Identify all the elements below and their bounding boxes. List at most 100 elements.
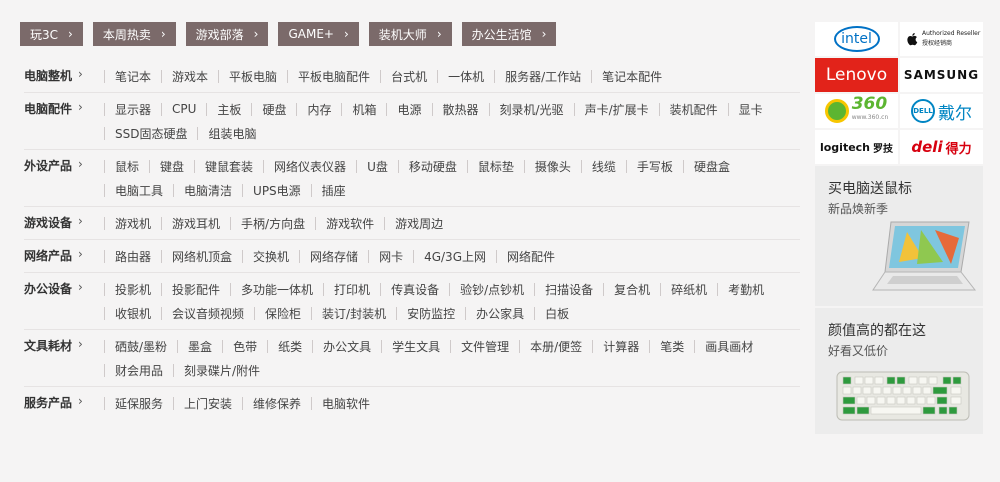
category-link[interactable]: U盘 xyxy=(357,158,398,175)
promo-keyboard[interactable]: 颜值高的都在这 好看又低价 xyxy=(815,308,983,434)
category-link[interactable]: 色带 xyxy=(223,338,267,355)
category-heading[interactable]: 文具耗材 › xyxy=(24,334,104,382)
category-link[interactable]: 电脑工具 xyxy=(105,182,173,199)
category-link[interactable]: CPU xyxy=(162,102,206,116)
category-link[interactable]: 维修保养 xyxy=(243,395,311,412)
category-link[interactable]: 机箱 xyxy=(342,101,386,118)
category-link[interactable]: 网络配件 xyxy=(497,248,565,265)
category-link[interactable]: 游戏软件 xyxy=(316,215,384,232)
category-link[interactable]: 主板 xyxy=(207,101,251,118)
category-link[interactable]: 纸类 xyxy=(268,338,312,355)
category-link[interactable]: SSD固态硬盘 xyxy=(105,125,197,142)
category-link[interactable]: 鼠标垫 xyxy=(468,158,524,175)
category-link[interactable]: 财会用品 xyxy=(105,362,173,379)
channel-tab[interactable]: 游戏部落 › xyxy=(185,22,269,46)
channel-tab[interactable]: GAME+ › xyxy=(278,22,359,46)
category-link[interactable]: 刻录碟片/附件 xyxy=(174,362,270,379)
category-link[interactable]: 游戏本 xyxy=(162,68,218,85)
category-link[interactable]: 台式机 xyxy=(381,68,437,85)
channel-tab[interactable]: 本周热卖 › xyxy=(92,22,176,46)
category-link[interactable]: 多功能一体机 xyxy=(231,281,323,298)
category-link[interactable]: 验钞/点钞机 xyxy=(450,281,534,298)
brand-lenovo[interactable]: Lenovo xyxy=(815,58,898,92)
category-link[interactable]: 电脑清洁 xyxy=(174,182,242,199)
category-link[interactable]: 扫描设备 xyxy=(535,281,603,298)
category-link[interactable]: 白板 xyxy=(535,305,579,322)
category-link[interactable]: 声卡/扩展卡 xyxy=(575,101,659,118)
category-link[interactable]: 考勤机 xyxy=(718,281,774,298)
brand-logitech[interactable]: logitech 罗技 xyxy=(815,130,898,164)
category-link[interactable]: 硬盘 xyxy=(252,101,296,118)
category-link[interactable]: 投影配件 xyxy=(162,281,230,298)
category-heading[interactable]: 服务产品 › xyxy=(24,391,104,415)
category-link[interactable]: 手写板 xyxy=(627,158,683,175)
category-heading[interactable]: 办公设备 › xyxy=(24,277,104,325)
category-link[interactable]: 线缆 xyxy=(582,158,626,175)
category-link[interactable]: 一体机 xyxy=(438,68,494,85)
category-heading[interactable]: 电脑配件 › xyxy=(24,97,104,145)
category-link[interactable]: UPS电源 xyxy=(243,182,311,199)
category-link[interactable]: 上门安装 xyxy=(174,395,242,412)
category-link[interactable]: 平板电脑 xyxy=(219,68,287,85)
category-link[interactable]: 装机配件 xyxy=(660,101,728,118)
category-link[interactable]: 装订/封装机 xyxy=(312,305,396,322)
brand-360[interactable]: 360 www.360.cn xyxy=(815,94,898,128)
category-link[interactable]: 笔记本 xyxy=(105,68,161,85)
brand-dell[interactable]: DELL 戴尔 xyxy=(900,94,983,128)
promo-laptop[interactable]: 买电脑送鼠标 新品焕新季 xyxy=(815,166,983,306)
brand-samsung[interactable]: SAMSUNG xyxy=(900,58,983,92)
category-heading[interactable]: 电脑整机 › xyxy=(24,64,104,88)
category-link[interactable]: 办公文具 xyxy=(313,338,381,355)
category-link[interactable]: 插座 xyxy=(312,182,356,199)
category-link[interactable]: 网络机顶盒 xyxy=(162,248,242,265)
category-link[interactable]: 延保服务 xyxy=(105,395,173,412)
brand-deli[interactable]: deli 得力 xyxy=(900,130,983,164)
category-link[interactable]: 文件管理 xyxy=(451,338,519,355)
category-link[interactable]: 摄像头 xyxy=(525,158,581,175)
category-link[interactable]: 本册/便签 xyxy=(520,338,592,355)
category-link[interactable]: 网络存储 xyxy=(300,248,368,265)
category-link[interactable]: 显示器 xyxy=(105,101,161,118)
category-link[interactable]: 网络仪表仪器 xyxy=(264,158,356,175)
channel-tab[interactable]: 办公生活馆 › xyxy=(461,22,557,46)
category-link[interactable]: 打印机 xyxy=(324,281,380,298)
category-link[interactable]: 笔类 xyxy=(650,338,694,355)
category-link[interactable]: 路由器 xyxy=(105,248,161,265)
brand-intel[interactable]: intel xyxy=(815,22,898,56)
category-link[interactable]: 传真设备 xyxy=(381,281,449,298)
category-link[interactable]: 刻录机/光驱 xyxy=(490,101,574,118)
category-link[interactable]: 安防监控 xyxy=(397,305,465,322)
category-link[interactable]: 保险柜 xyxy=(255,305,311,322)
category-link[interactable]: 内存 xyxy=(297,101,341,118)
category-heading[interactable]: 外设产品 › xyxy=(24,154,104,202)
category-link[interactable]: 学生文具 xyxy=(382,338,450,355)
channel-tab[interactable]: 玩3C › xyxy=(20,22,83,46)
category-link[interactable]: 键盘 xyxy=(150,158,194,175)
category-link[interactable]: 服务器/工作站 xyxy=(495,68,591,85)
category-link[interactable]: 移动硬盘 xyxy=(399,158,467,175)
category-link[interactable]: 4G/3G上网 xyxy=(414,248,496,265)
category-link[interactable]: 游戏机 xyxy=(105,215,161,232)
category-link[interactable]: 散热器 xyxy=(433,101,489,118)
category-link[interactable]: 显卡 xyxy=(729,101,773,118)
category-link[interactable]: 硬盘盒 xyxy=(684,158,740,175)
category-link[interactable]: 平板电脑配件 xyxy=(288,68,380,85)
category-link[interactable]: 收银机 xyxy=(105,305,161,322)
category-link[interactable]: 网卡 xyxy=(369,248,413,265)
category-link[interactable]: 画具画材 xyxy=(695,338,763,355)
category-link[interactable]: 游戏耳机 xyxy=(162,215,230,232)
category-link[interactable]: 笔记本配件 xyxy=(592,68,672,85)
category-heading[interactable]: 网络产品 › xyxy=(24,244,104,268)
category-link[interactable]: 计算器 xyxy=(593,338,649,355)
category-link[interactable]: 鼠标 xyxy=(105,158,149,175)
category-heading[interactable]: 游戏设备 › xyxy=(24,211,104,235)
category-link[interactable]: 硒鼓/墨粉 xyxy=(105,338,177,355)
category-link[interactable]: 交换机 xyxy=(243,248,299,265)
category-link[interactable]: 投影机 xyxy=(105,281,161,298)
category-link[interactable]: 办公家具 xyxy=(466,305,534,322)
category-link[interactable]: 游戏周边 xyxy=(385,215,453,232)
category-link[interactable]: 手柄/方向盘 xyxy=(231,215,315,232)
category-link[interactable]: 电脑软件 xyxy=(312,395,380,412)
category-link[interactable]: 复合机 xyxy=(604,281,660,298)
brand-apple[interactable]: Authorized Reseller 授权经销商 xyxy=(900,22,983,56)
